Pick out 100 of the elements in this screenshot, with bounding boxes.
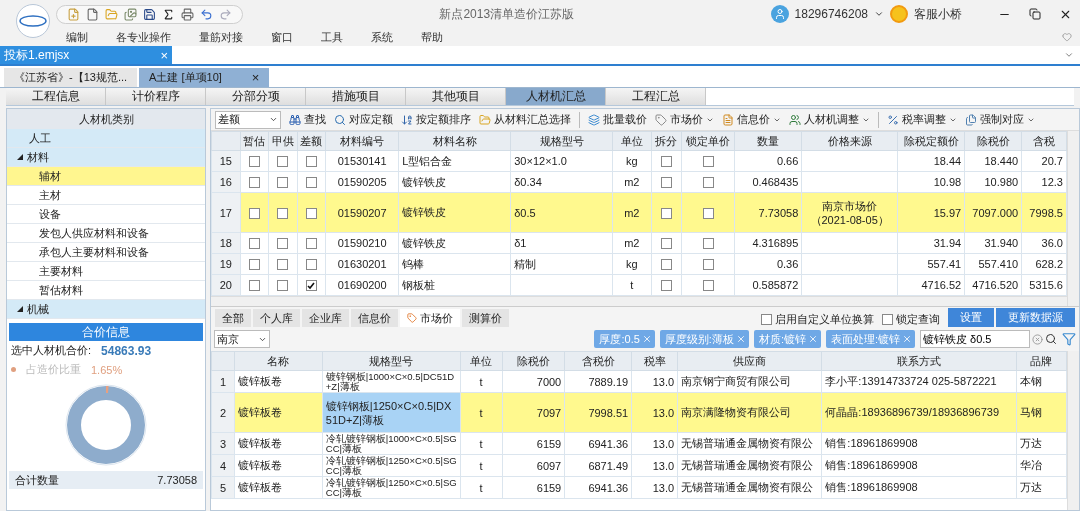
toolbar-button[interactable]: 税率调整 xyxy=(887,112,957,127)
section-tab[interactable]: 其他项目 xyxy=(406,88,506,105)
column-header[interactable]: 名称 xyxy=(234,351,323,371)
checkbox[interactable] xyxy=(305,259,317,271)
support-link[interactable]: 客服小桥 xyxy=(914,5,962,23)
tree-item[interactable]: 材料 xyxy=(7,148,205,167)
source-tab[interactable]: 市场价 xyxy=(400,309,460,327)
column-header[interactable]: 含税 xyxy=(1021,131,1067,151)
scrollbar[interactable] xyxy=(1067,131,1079,306)
table-row[interactable]: 17 01590207 镀锌铁皮 δ0.5 m2 7.73058 南京市场价（2021-08-05） 15.97 7097.000 7998.5 xyxy=(211,192,1067,233)
toolbar-button[interactable]: 人材机调整 xyxy=(789,112,870,127)
column-header[interactable]: 规格型号 xyxy=(510,131,613,151)
section-tab[interactable]: 工程信息 xyxy=(6,88,106,105)
city-select[interactable]: 南京 xyxy=(214,330,270,348)
checkbox[interactable] xyxy=(277,280,289,292)
column-header[interactable]: 联系方式 xyxy=(821,351,1017,371)
search-field[interactable]: 镀锌铁皮 δ0.5 xyxy=(920,330,1030,348)
checkbox[interactable] xyxy=(305,177,317,189)
source-tab[interactable]: 信息价 xyxy=(351,309,398,327)
option-label[interactable]: 锁定查询 xyxy=(896,312,940,327)
folder-icon[interactable] xyxy=(105,7,118,21)
section-tab[interactable]: 分部分项 xyxy=(206,88,306,105)
menu-item[interactable]: 帮助 xyxy=(407,29,457,45)
menu-item[interactable]: 工具 xyxy=(307,29,357,45)
column-header[interactable]: 材料编号 xyxy=(325,131,399,151)
redo-icon[interactable] xyxy=(219,7,232,21)
expanded-icon[interactable] xyxy=(17,154,23,160)
column-header[interactable]: 品牌 xyxy=(1016,351,1067,371)
restore-icon[interactable] xyxy=(1029,7,1041,20)
print-icon[interactable] xyxy=(181,7,194,21)
toolbar-button[interactable]: 对应定额 xyxy=(334,112,393,127)
source-tab[interactable]: 测算价 xyxy=(462,309,509,327)
menu-item[interactable]: 窗口 xyxy=(257,29,307,45)
user-name[interactable]: 18296746208 xyxy=(794,7,868,21)
checkbox[interactable] xyxy=(277,238,289,250)
project-tab[interactable]: A土建 [单项10] × xyxy=(139,68,270,87)
column-header[interactable]: 规格型号 xyxy=(322,351,461,371)
tree-item[interactable]: 主材 xyxy=(7,186,205,205)
sum-icon[interactable] xyxy=(162,7,175,21)
toolbar-button[interactable]: 查找 xyxy=(289,112,326,127)
column-header[interactable]: 供应商 xyxy=(677,351,822,371)
checkbox[interactable] xyxy=(277,259,289,271)
checkbox[interactable] xyxy=(248,259,260,271)
remove-icon[interactable] xyxy=(902,334,912,344)
menu-item[interactable]: 量筋对接 xyxy=(185,29,257,45)
new-file-icon[interactable] xyxy=(67,7,80,21)
column-header[interactable]: 材料名称 xyxy=(398,131,511,151)
tree-item[interactable]: 辅材 xyxy=(7,167,205,186)
checkbox[interactable] xyxy=(305,280,317,292)
section-tab[interactable]: 措施项目 xyxy=(306,88,406,105)
column-header[interactable]: 除税价 xyxy=(502,351,565,371)
toolbar-button[interactable]: 强制对应 xyxy=(965,112,1035,127)
toolbar-button[interactable]: 信息价 xyxy=(722,112,781,127)
save-icon[interactable] xyxy=(143,7,156,21)
menu-item[interactable]: 编制 xyxy=(52,29,102,45)
toolbar-button[interactable]: 从材料汇总选择 xyxy=(479,112,571,127)
checkbox[interactable] xyxy=(305,207,317,219)
table-row[interactable]: 15 01530141 L型铝合金 30×12×1.0 kg 0.66 18.44 18.440 20.7 xyxy=(211,150,1067,172)
tree-item[interactable]: 人工 xyxy=(7,129,205,148)
scrollbar[interactable] xyxy=(1067,351,1079,510)
checkbox[interactable] xyxy=(660,259,672,271)
section-tab[interactable]: 计价程序 xyxy=(106,88,206,105)
section-tab[interactable]: 工程汇总 xyxy=(606,88,706,105)
table-row[interactable]: 16 01590205 镀锌铁皮 δ0.34 m2 0.468435 10.98 10.980 12.3 xyxy=(211,171,1067,193)
checkbox[interactable] xyxy=(702,280,714,292)
filter-icon[interactable] xyxy=(1062,332,1076,346)
column-header[interactable]: 税率 xyxy=(631,351,678,371)
file-icon[interactable] xyxy=(86,7,99,21)
column-header[interactable]: 含税价 xyxy=(564,351,632,371)
remove-icon[interactable] xyxy=(735,334,746,344)
checkbox[interactable] xyxy=(882,314,893,325)
column-header[interactable]: 甲供 xyxy=(268,131,297,151)
table-row[interactable]: 3 镀锌板卷 冷轧镀锌钢板|1000×C×0.5|SGCC|薄板 t 6159 6941.36 13.0 无锡普瑞通金属物资有限公 销售:18961869908 万达 xyxy=(211,432,1067,455)
menu-item[interactable]: 各专业操作 xyxy=(102,29,185,45)
undo-icon[interactable] xyxy=(200,7,213,21)
column-header[interactable]: 价格来源 xyxy=(801,131,898,151)
action-button[interactable]: 设置 xyxy=(948,308,994,327)
table-row[interactable]: 5 镀锌板卷 冷轧镀锌钢板|1250×C×0.5|SGCC|薄板 t 6159 6941.36 13.0 无锡普瑞通金属物资有限公 销售:18961869908 万达 xyxy=(211,476,1067,499)
images-icon[interactable] xyxy=(124,7,137,21)
remove-icon[interactable] xyxy=(807,334,818,344)
checkbox[interactable] xyxy=(702,238,714,250)
tree-item[interactable]: 承包人主要材料和设备 xyxy=(7,243,205,262)
checkbox[interactable] xyxy=(305,156,317,168)
toolbar-button[interactable]: 按定额排序 xyxy=(401,112,471,127)
checkbox[interactable] xyxy=(702,259,714,271)
heart-icon[interactable] xyxy=(1062,32,1072,42)
checkbox[interactable] xyxy=(660,238,672,250)
source-tab[interactable]: 全部 xyxy=(215,309,251,327)
avatar-icon[interactable] xyxy=(770,5,789,23)
table-row[interactable]: 1 镀锌板卷 镀锌钢板|1000×C×0.5|DC51D+Z|薄板 t 7000 7889.19 13.0 南京钢宁商贸有限公司 李小平:13914733724 025-5872221 本钢 xyxy=(211,370,1067,393)
checkbox[interactable] xyxy=(660,280,672,292)
remove-icon[interactable] xyxy=(641,334,652,344)
checkbox[interactable] xyxy=(702,207,714,219)
checkbox[interactable] xyxy=(660,156,672,168)
toolbar-button[interactable]: 市场价 xyxy=(655,112,714,127)
checkbox[interactable] xyxy=(702,177,714,189)
table-row[interactable]: 19 01630201 钨棒 精制 kg 0.36 557.41 557.410 628.2 xyxy=(211,253,1067,275)
caret-icon[interactable] xyxy=(1064,50,1074,60)
column-header[interactable]: 暂估 xyxy=(240,131,269,151)
checkbox[interactable] xyxy=(248,238,260,250)
